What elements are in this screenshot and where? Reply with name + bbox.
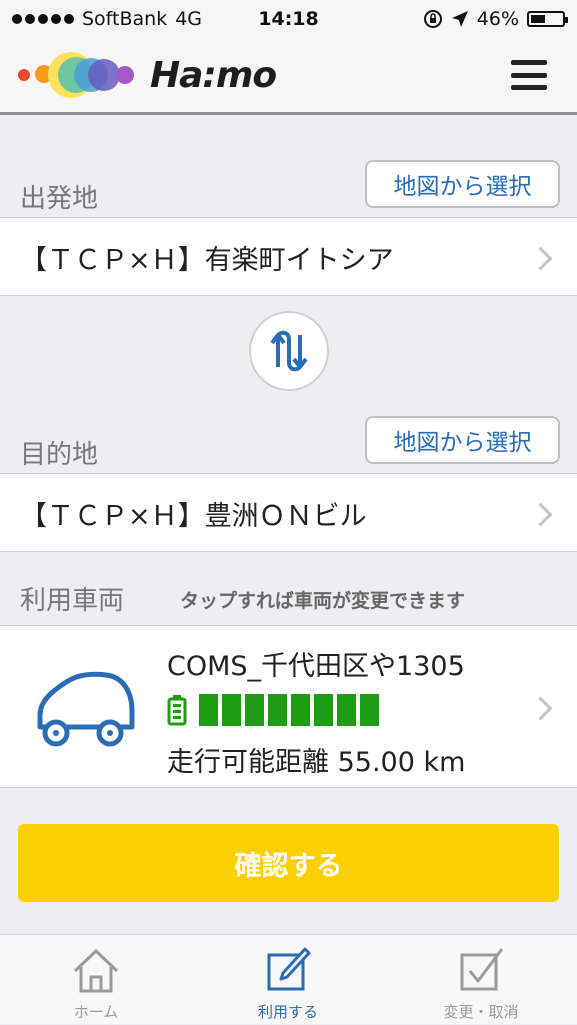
tab-bar: ホーム 利用する 変更・取消 <box>0 934 577 1024</box>
chevron-right-icon <box>528 696 553 721</box>
status-bar: SoftBank 4G 14:18 46% <box>0 0 577 38</box>
battery-segment <box>199 694 218 726</box>
vehicle-row[interactable]: COMS_千代田区や1305 走行可能距離 55.00 km <box>0 625 577 788</box>
edit-icon <box>267 947 311 991</box>
vehicle-battery-indicator <box>167 694 379 726</box>
checkbox-icon <box>460 948 504 991</box>
destination-label: 目的地 <box>20 440 99 470</box>
swap-arrows-icon[interactable] <box>249 311 329 391</box>
battery-segment <box>245 694 264 726</box>
brand-name: Ha:mo <box>150 54 277 96</box>
rotation-lock-icon <box>423 10 442 28</box>
battery-level-icon <box>167 695 187 726</box>
vehicle-name: COMS_千代田区や1305 <box>167 651 465 682</box>
battery-segment <box>360 694 379 726</box>
tab-change-cancel[interactable]: 変更・取消 <box>385 935 577 1025</box>
vehicle-range: 走行可能距離 55.00 km <box>167 747 466 778</box>
battery-icon <box>527 11 568 27</box>
status-right: 46% <box>423 8 568 30</box>
origin-row[interactable]: 【ＴＣＰ×Ｈ】有楽町イトシア <box>0 217 577 296</box>
battery-segment <box>314 694 333 726</box>
destination-value: 【ＴＣＰ×Ｈ】豊洲ＯＮビル <box>20 501 367 532</box>
vehicle-section-label: 利用車両 <box>20 586 125 616</box>
origin-label: 出発地 <box>20 184 99 214</box>
app-header: Ha:mo <box>0 38 577 115</box>
battery-segment <box>222 694 241 726</box>
battery-percent: 46% <box>476 8 519 30</box>
battery-segment <box>291 694 310 726</box>
vehicle-change-hint: タップすれば車両が変更できます <box>180 590 466 612</box>
home-icon <box>73 949 119 993</box>
battery-segment <box>337 694 356 726</box>
chevron-right-icon <box>528 502 553 527</box>
hamburger-menu-icon[interactable] <box>511 60 547 90</box>
tab-use-label: 利用する <box>257 1003 318 1021</box>
location-arrow-icon <box>451 11 468 27</box>
destination-row[interactable]: 【ＴＣＰ×Ｈ】豊洲ＯＮビル <box>0 473 577 552</box>
chevron-right-icon <box>528 246 553 271</box>
tab-use[interactable]: 利用する <box>192 935 384 1025</box>
battery-bars <box>199 694 379 726</box>
hamo-logo: Ha:mo <box>18 52 277 98</box>
logo-circles <box>18 52 140 98</box>
origin-value: 【ＴＣＰ×Ｈ】有楽町イトシア <box>20 245 394 276</box>
tab-home[interactable]: ホーム <box>0 935 192 1025</box>
tab-change-cancel-label: 変更・取消 <box>443 1003 519 1021</box>
destination-map-select-button[interactable]: 地図から選択 <box>365 416 560 464</box>
tab-home-label: ホーム <box>73 1003 119 1021</box>
origin-map-select-button[interactable]: 地図から選択 <box>365 160 560 208</box>
swap-arrows-glyph <box>270 330 308 372</box>
battery-fill <box>531 15 545 23</box>
battery-segment <box>268 694 287 726</box>
car-icon <box>37 671 135 747</box>
confirm-button[interactable]: 確認する <box>18 824 559 902</box>
